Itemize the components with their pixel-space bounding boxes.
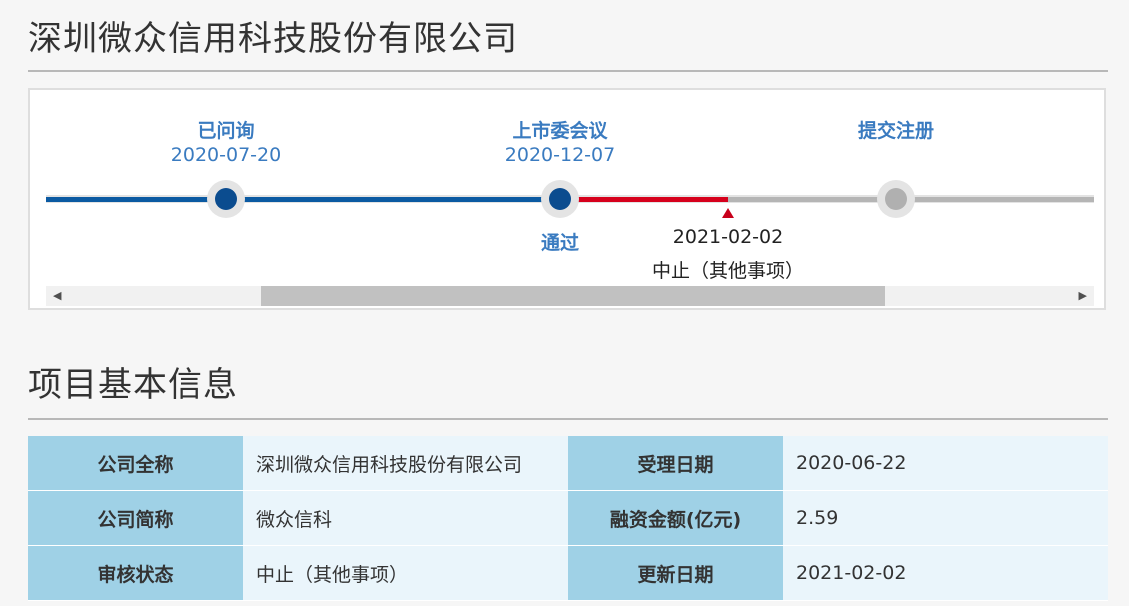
- table-row: 审核状态 中止（其他事项） 更新日期 2021-02-02: [28, 545, 1108, 601]
- field-value: 2020-06-22: [783, 436, 1108, 491]
- timeline-horizontal-scrollbar[interactable]: ◀ ▶: [46, 286, 1094, 306]
- arrow-left-icon[interactable]: ◀: [53, 288, 61, 304]
- field-value: 2.59: [783, 490, 1108, 546]
- field-label: 审核状态: [28, 545, 243, 601]
- project-info-table: 公司全称 深圳微众信用科技股份有限公司 受理日期 2020-06-22 公司简称…: [28, 436, 1108, 601]
- timeline-segment-current: [560, 197, 728, 202]
- scrollbar-thumb[interactable]: [261, 286, 885, 306]
- step-date-committee: 2020-12-07: [504, 144, 616, 166]
- step-label-inquired: 已问询: [197, 120, 255, 142]
- title-divider: [28, 70, 1108, 72]
- current-position-marker-icon: [722, 208, 734, 218]
- progress-timeline: 已问询 2020-07-20 上市委会议 2020-12-07 提交注册 通过 …: [28, 88, 1106, 310]
- field-label: 融资金额(亿元): [568, 490, 783, 546]
- arrow-right-icon[interactable]: ▶: [1079, 288, 1087, 304]
- current-marker-date: 2021-02-02: [672, 226, 784, 248]
- step-node-committee: [549, 188, 571, 210]
- field-value: 微众信科: [243, 490, 568, 546]
- step-node-registration: [885, 188, 907, 210]
- section-title: 项目基本信息: [28, 365, 238, 405]
- section-divider: [28, 418, 1108, 420]
- field-label: 公司全称: [28, 436, 243, 491]
- page-title: 深圳微众信用科技股份有限公司: [28, 19, 518, 59]
- current-marker-status: 中止（其他事项）: [651, 260, 804, 282]
- field-label: 更新日期: [568, 545, 783, 601]
- step-date-inquired: 2020-07-20: [170, 144, 282, 166]
- field-label: 公司简称: [28, 490, 243, 546]
- table-row: 公司全称 深圳微众信用科技股份有限公司 受理日期 2020-06-22: [28, 436, 1108, 491]
- table-row: 公司简称 微众信科 融资金额(亿元) 2.59: [28, 490, 1108, 546]
- timeline-segment-completed: [46, 197, 560, 202]
- field-label: 受理日期: [568, 436, 783, 491]
- step-label-registration: 提交注册: [857, 120, 934, 142]
- step-result-committee: 通过: [540, 232, 579, 254]
- step-label-committee: 上市委会议: [512, 120, 608, 142]
- field-value: 2021-02-02: [783, 545, 1108, 601]
- field-value: 深圳微众信用科技股份有限公司: [243, 436, 568, 491]
- field-value: 中止（其他事项）: [243, 545, 568, 601]
- step-node-inquired: [215, 188, 237, 210]
